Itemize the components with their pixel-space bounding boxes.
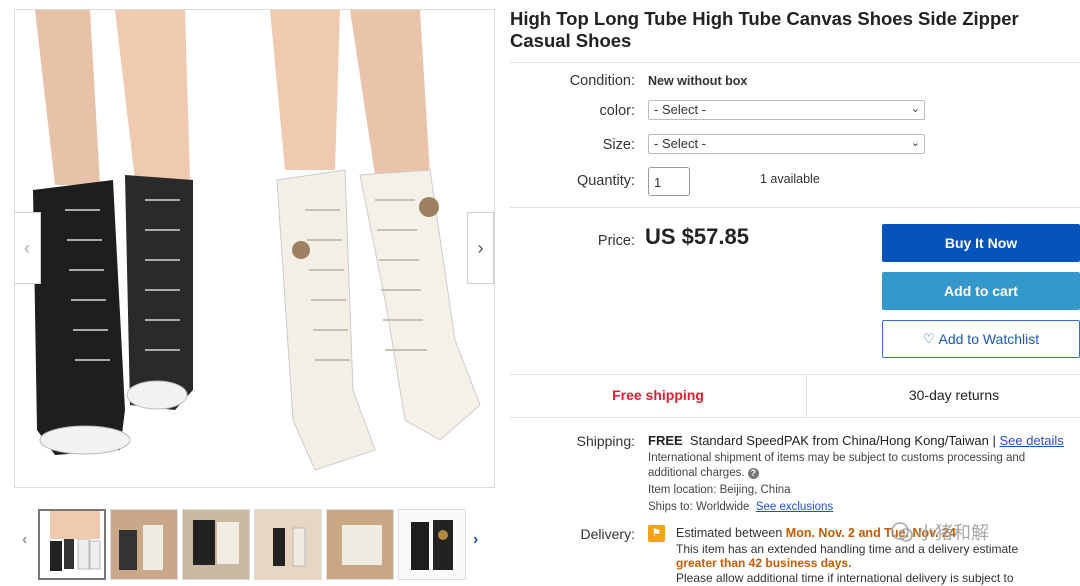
available-count: 1 available [760, 172, 820, 186]
shipping-label: Shipping: [576, 433, 635, 449]
thumbnail-next-icon[interactable]: › [473, 531, 478, 549]
buy-it-now-button[interactable]: Buy It Now [882, 224, 1080, 262]
size-label: Size: [602, 137, 635, 153]
ships-to-row: Ships to: Worldwide See exclusions [648, 500, 833, 515]
buy-it-now-label: Buy It Now [944, 235, 1018, 251]
divider [510, 62, 1080, 63]
see-exclusions-link[interactable]: See exclusions [756, 501, 833, 513]
see-details-link[interactable]: See details [999, 433, 1063, 448]
condition-label: Condition: [569, 73, 635, 89]
intl-note-line2: additional charges. [648, 467, 745, 479]
color-label: color: [599, 103, 635, 119]
image-next-button[interactable]: › [467, 212, 494, 284]
color-select[interactable]: - Select - ⌄ [648, 100, 925, 120]
intl-note-line1: International shipment of items may be s… [648, 452, 1026, 464]
flag-icon: ⚑ [648, 525, 665, 542]
returns-badge: 30-day returns [908, 387, 1000, 403]
add-to-cart-button[interactable]: Add to cart [882, 272, 1080, 310]
size-select-value: - Select - [654, 136, 707, 151]
thumbnail-2[interactable] [110, 509, 178, 580]
watermark-text: 小猪和解 [917, 523, 989, 544]
shipping-method: Standard SpeedPAK from China/Hong Kong/T… [689, 433, 996, 448]
price-value: US $57.85 [645, 224, 749, 249]
price-label: Price: [597, 233, 635, 249]
condition-value: New without box [648, 74, 748, 88]
color-select-value: - Select - [654, 102, 707, 117]
thumbnail-1[interactable] [38, 509, 106, 580]
chevron-down-icon: ⌄ [910, 103, 920, 115]
wechat-icon [891, 522, 913, 542]
intl-note: International shipment of items may be s… [648, 451, 1025, 481]
item-location: Item location: Beijing, China [648, 484, 791, 496]
image-prev-button[interactable]: ‹ [15, 212, 41, 284]
thumbnail-5[interactable] [326, 509, 394, 580]
business-days: greater than 42 business days. [676, 556, 852, 570]
thumbnail-3[interactable] [182, 509, 250, 580]
free-shipping-badge: Free shipping [612, 387, 704, 403]
chevron-right-icon: › [477, 237, 484, 258]
main-product-image[interactable]: ‹ › [14, 9, 495, 488]
divider [510, 207, 1080, 208]
thumbnail-strip: ‹ › [14, 509, 495, 580]
thumbnail-6[interactable] [398, 509, 466, 580]
shoes-photo [33, 10, 481, 471]
add-to-watchlist-label: Add to Watchlist [938, 331, 1040, 347]
quantity-label: Quantity: [576, 173, 635, 189]
watermark: 小猪和解 [890, 519, 989, 545]
add-to-watchlist-button[interactable]: ♡ Add to Watchlist [882, 320, 1080, 358]
quantity-input[interactable]: 1 [648, 167, 690, 196]
ships-to: Ships to: Worldwide [648, 501, 750, 513]
add-to-cart-label: Add to cart [944, 283, 1018, 299]
thumbnail-4[interactable] [254, 509, 322, 580]
divider [510, 417, 1080, 418]
thumbnail-prev-icon[interactable]: ‹ [22, 531, 27, 549]
heart-icon: ♡ [922, 331, 935, 346]
shipping-free: FREE [648, 433, 683, 448]
delivery-label: Delivery: [580, 526, 635, 542]
chevron-down-icon: ⌄ [910, 137, 920, 149]
shipping-summary: FREE Standard SpeedPAK from China/Hong K… [648, 433, 1064, 448]
delivery-prefix: Estimated between [676, 526, 783, 540]
divider [510, 374, 1080, 375]
page-title: High Top Long Tube High Tube Canvas Shoe… [510, 8, 1019, 51]
allow-note: Please allow additional time if internat… [676, 571, 1014, 585]
size-select[interactable]: - Select - ⌄ [648, 134, 925, 154]
help-icon[interactable]: ? [747, 468, 759, 479]
chevron-left-icon: ‹ [24, 237, 30, 258]
